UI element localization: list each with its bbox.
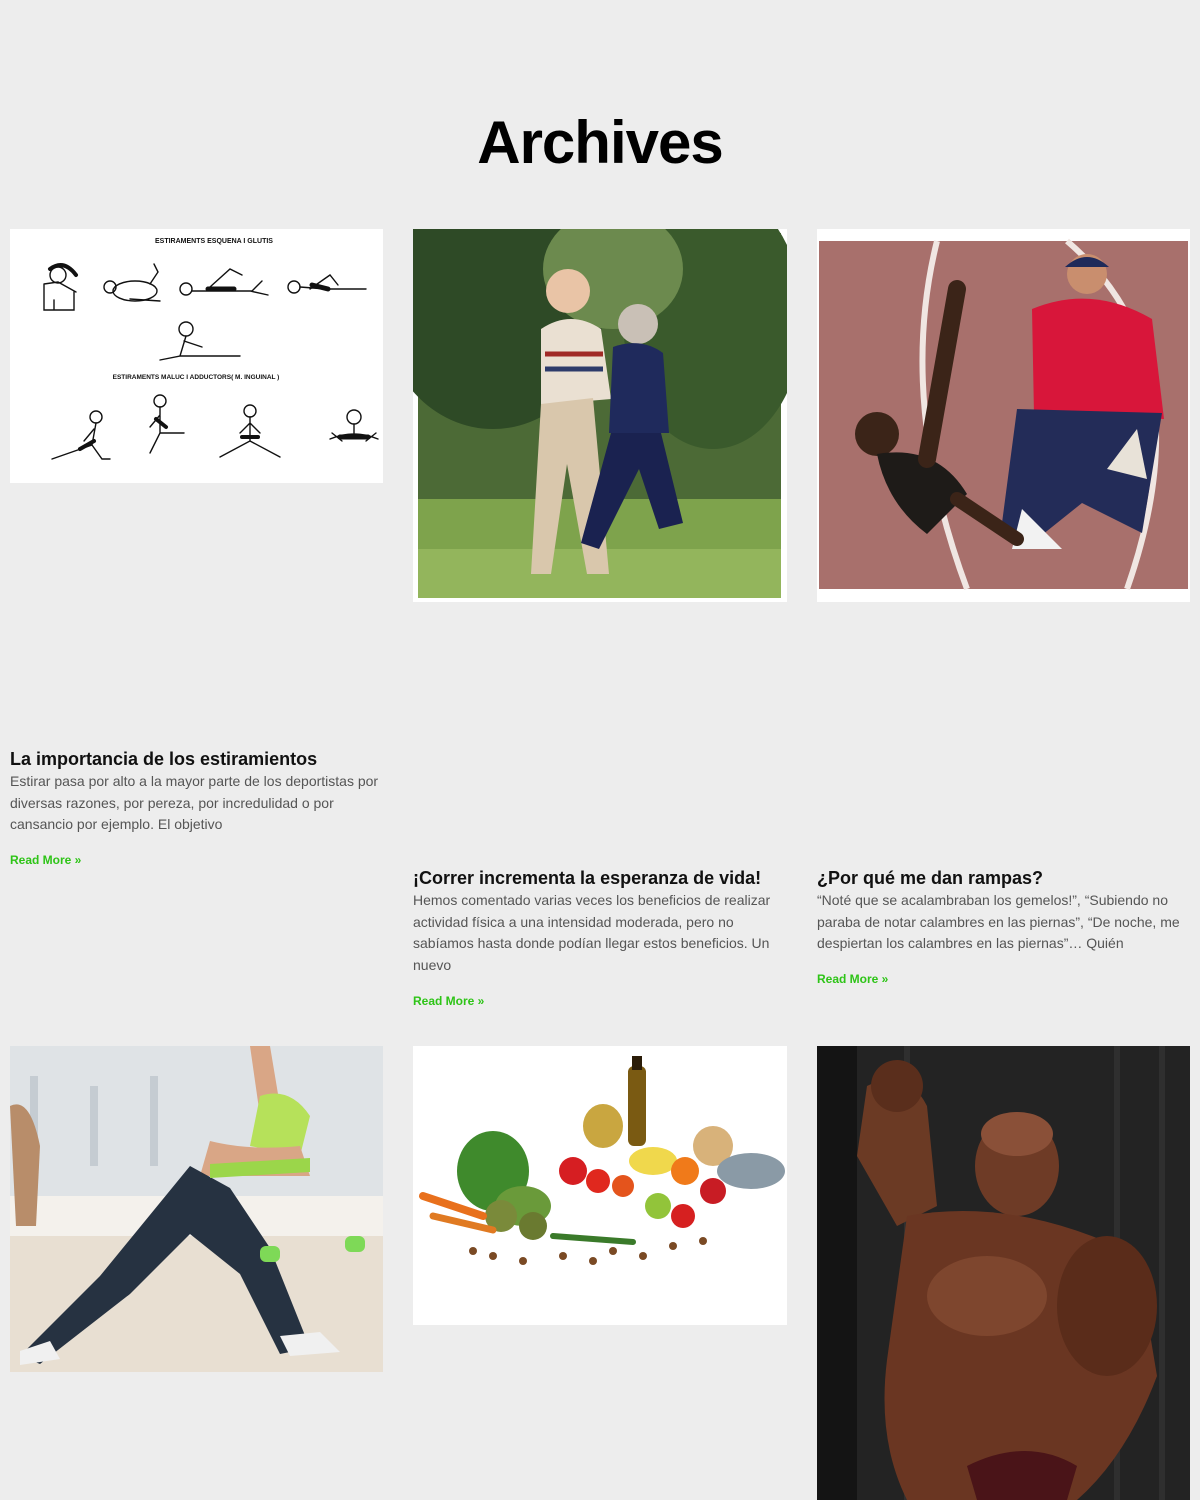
post-title[interactable]: La importancia de los estiramientos [10, 748, 382, 770]
post-thumbnail-healthy-food[interactable] [413, 1046, 787, 1325]
post-thumbnail-stretching[interactable]: ESTIRAMENTS ESQUENA I GLUTIS ESTIRAMENTS… [10, 229, 383, 483]
page-title: Archives [477, 109, 723, 176]
woman-lunge-dumbbells-image [10, 1046, 383, 1372]
read-more-link[interactable]: Read More » [817, 972, 888, 986]
read-more-link[interactable]: Read More » [10, 853, 81, 867]
read-more-link[interactable]: Read More » [413, 994, 484, 1008]
post-excerpt: Hemos comentado varias veces los benefic… [413, 892, 771, 973]
post-thumbnail-bodybuilder[interactable] [817, 1046, 1190, 1500]
stretching-diagram-image: ESTIRAMENTS ESQUENA I GLUTIS ESTIRAMENTS… [10, 229, 383, 483]
fruits-vegetables-image [413, 1046, 787, 1325]
bodybuilder-posing-image [817, 1046, 1190, 1500]
post-thumbnail-elderly-jogging[interactable] [413, 229, 787, 602]
post-title[interactable]: ¿Por qué me dan rampas? [817, 867, 1189, 889]
post-excerpt: “Noté que se acalambraban los gemelos!”,… [817, 892, 1180, 951]
diagram-label-bottom: ESTIRAMENTS MALUC I ADDUCTORS( M. INGUIN… [113, 374, 280, 381]
post-excerpt: Estirar pasa por alto a la mayor parte d… [10, 773, 379, 832]
athlete-cramp-image [817, 229, 1190, 602]
elderly-couple-jogging-image [413, 229, 787, 602]
diagram-label-top: ESTIRAMENTS ESQUENA I GLUTIS [155, 238, 273, 245]
post-thumbnail-lunge-workout[interactable] [10, 1046, 383, 1372]
post-thumbnail-cramp[interactable] [817, 229, 1190, 602]
post-title[interactable]: ¡Correr incrementa la esperanza de vida! [413, 867, 785, 889]
